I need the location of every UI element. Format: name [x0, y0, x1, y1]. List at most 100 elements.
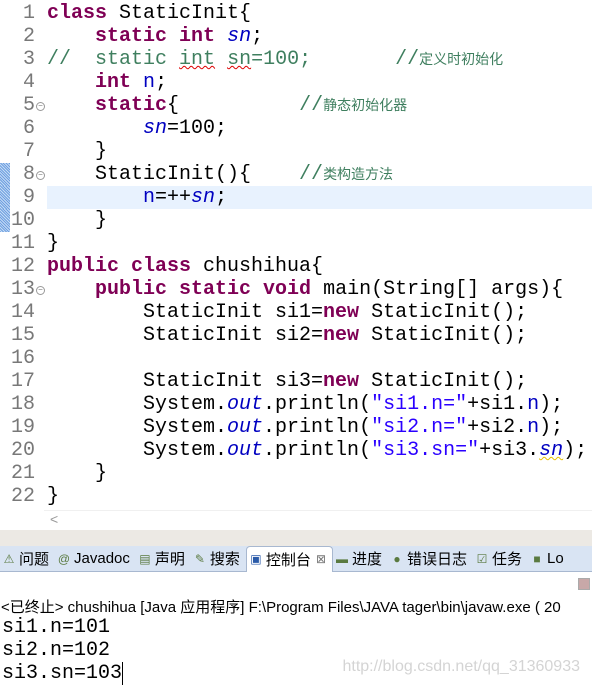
line-number: 17 — [10, 370, 35, 393]
code-text: } — [47, 209, 107, 232]
code-token: 静态初始化器 — [323, 98, 408, 114]
code-token: ); — [539, 416, 564, 439]
code-text: StaticInit si2=new StaticInit(); — [47, 324, 527, 347]
code-line[interactable]: 15 StaticInit si2=new StaticInit(); — [0, 324, 592, 347]
horizontal-scrollbar[interactable]: < — [44, 510, 592, 529]
code-line[interactable]: 7 } — [0, 140, 592, 163]
code-line[interactable]: 20 System.out.println("si3.sn="+si3.sn); — [0, 439, 592, 462]
code-line[interactable]: 3 // static int sn=100; //定义时初始化 — [0, 48, 592, 71]
code-token: +si3. — [479, 439, 540, 462]
code-line[interactable]: 10 } — [0, 209, 592, 232]
code-text: } — [47, 140, 107, 163]
tab-declaration[interactable]: ▤ 声明 — [136, 546, 191, 571]
panel-divider[interactable] — [0, 530, 592, 546]
fold-toggle-icon[interactable]: − — [36, 286, 45, 295]
code-line[interactable]: 2 static int sn; — [0, 25, 592, 48]
close-tab-icon[interactable]: ⊠ — [316, 552, 326, 566]
code-token: new — [323, 370, 360, 393]
code-token: StaticInit(){ — [47, 163, 300, 186]
line-number: 12 — [10, 255, 35, 278]
code-text: // static int sn=100; //定义时初始化 — [47, 48, 503, 72]
tab-search[interactable]: ✎ 搜索 — [191, 546, 246, 571]
tab-console[interactable]: ▣ 控制台 ⊠ — [245, 545, 333, 572]
code-token: int — [179, 48, 216, 71]
tab-error-log[interactable]: ● 错误日志 — [388, 546, 473, 571]
code-text: static{ //静态初始化器 — [47, 94, 407, 118]
code-token: } — [47, 485, 60, 508]
code-token: =++ — [155, 186, 192, 209]
tab-label: 进度 — [352, 551, 383, 568]
code-line[interactable]: 21 } — [0, 462, 592, 485]
code-token: sn — [539, 439, 564, 462]
code-line[interactable]: 4 int n; — [0, 71, 592, 94]
code-line[interactable]: 1 class StaticInit{ — [0, 2, 592, 25]
code-line[interactable]: 16 — [0, 347, 592, 370]
code-line[interactable]: 11} — [0, 232, 592, 255]
scroll-left-arrow[interactable]: < — [50, 511, 58, 527]
code-token: new — [323, 301, 360, 324]
code-text: StaticInit si3=new StaticInit(); — [47, 370, 527, 393]
tab-log[interactable]: ■ Lo — [528, 546, 570, 571]
code-line[interactable]: 12 public class chushihua{ — [0, 255, 592, 278]
code-token: // — [299, 94, 324, 117]
line-number: 2 — [22, 25, 35, 48]
code-token: 类构造方法 — [323, 167, 394, 183]
tab-tasks[interactable]: ☑ 任务 — [473, 546, 528, 571]
problems-icon: ⚠ — [3, 551, 15, 566]
line-number: 5 — [22, 94, 35, 117]
line-number: 7 — [22, 140, 35, 163]
fold-toggle-icon[interactable]: − — [36, 102, 45, 111]
code-token: "si1.n=" — [371, 393, 468, 416]
code-token: } — [47, 232, 60, 255]
code-text: } — [47, 485, 59, 508]
progress-icon: ▬ — [336, 551, 348, 566]
code-line[interactable]: 5− static{ //静态初始化器 — [0, 94, 592, 117]
code-line[interactable]: 14 StaticInit si1=new StaticInit(); — [0, 301, 592, 324]
terminate-icon[interactable] — [578, 578, 590, 590]
line-number: 14 — [10, 301, 35, 324]
code-line[interactable]: 19 System.out.println("si2.n="+si2.n); — [0, 416, 592, 439]
code-line[interactable]: 13− public static void main(String[] arg… — [0, 278, 592, 301]
tab-problems[interactable]: ⚠ 问题 — [0, 546, 55, 571]
line-number: 18 — [10, 393, 35, 416]
code-text: n=++sn; — [47, 186, 227, 209]
code-token: .println( — [263, 393, 372, 416]
code-line[interactable]: 6 sn=100; — [0, 117, 592, 140]
code-token: StaticInit si1= — [47, 301, 324, 324]
code-token: out — [227, 439, 264, 462]
code-token: =100; // — [251, 48, 420, 71]
code-text: public class chushihua{ — [47, 255, 323, 278]
console-output-line: si3.sn=103 — [2, 662, 124, 685]
code-line[interactable]: 9 n=++sn; — [23, 186, 592, 209]
code-line[interactable]: 22} — [0, 485, 592, 508]
code-line[interactable]: 17 StaticInit si3=new StaticInit(); — [0, 370, 592, 393]
code-token: main(String[] args){ — [311, 278, 564, 301]
code-token: // static — [47, 48, 180, 71]
tab-label: 控制台 — [265, 551, 311, 569]
code-token: } — [47, 462, 108, 485]
code-text: StaticInit(){ //类构造方法 — [47, 163, 393, 187]
tab-progress[interactable]: ▬ 进度 — [333, 546, 388, 571]
code-token: +si2. — [467, 416, 528, 439]
code-line[interactable]: 8− StaticInit(){ //类构造方法 — [0, 163, 592, 186]
code-token: public class — [47, 255, 192, 278]
code-editor[interactable]: 1 class StaticInit{2 static int sn; 3// st… — [0, 0, 592, 510]
code-token: static int — [95, 25, 216, 48]
tab-javadoc[interactable]: @ Javadoc — [55, 546, 136, 571]
tab-label: 搜索 — [209, 551, 240, 568]
line-number: 4 — [22, 71, 35, 94]
code-text: StaticInit si1=new StaticInit(); — [47, 301, 527, 324]
line-number: 20 — [10, 439, 35, 462]
code-line[interactable]: 18 System.out.println("si1.n="+si1.n); — [0, 393, 592, 416]
line-number: 19 — [10, 416, 35, 439]
fold-toggle-icon[interactable]: − — [36, 171, 45, 180]
code-token: int — [95, 71, 132, 94]
view-tabs: ⚠ 问题 @ Javadoc ▤ 声明 ✎ 搜索 ▣ 控制台 ⊠ ▬ 进度 ● 错误日志 ☑ 任务 ■ Lo — [0, 545, 592, 572]
line-number: 6 — [22, 117, 35, 140]
code-text: public static void main(String[] args){ — [47, 278, 563, 301]
